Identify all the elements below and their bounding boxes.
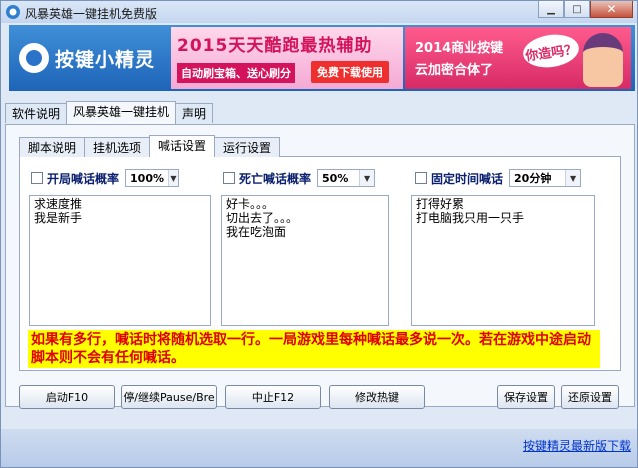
timed-chat-interval-select[interactable]: 20分钟 ▼ [509, 169, 582, 187]
ad1-subtitle: 自动刷宝箱、送心刷分 [177, 63, 295, 83]
ad2-character-icon [583, 33, 623, 87]
close-button[interactable]: ✕ [590, 1, 633, 18]
death-chat-label: 死亡喊话概率 [239, 171, 312, 186]
timed-chat-label: 固定时间喊话 [431, 171, 504, 186]
ad-banner-parkour[interactable]: 2015天天酷跑最热辅助 自动刷宝箱、送心刷分 免费下载使用 [171, 27, 403, 89]
chevron-down-icon: ▼ [168, 170, 179, 186]
tab-chat-settings[interactable]: 喊话设置 [149, 135, 216, 157]
app-icon [6, 5, 20, 19]
header-banner: 按键小精灵 2015天天酷跑最热辅助 自动刷宝箱、送心刷分 免费下载使用 201… [9, 25, 635, 91]
window-title: 风暴英雄一键挂机免费版 [25, 7, 158, 21]
save-settings-button[interactable]: 保存设置 [497, 385, 555, 409]
tab-script-info[interactable]: 脚本说明 [19, 137, 86, 157]
death-chat-rate-select[interactable]: 50% ▼ [317, 169, 376, 187]
start-chat-rate-value: 100% [130, 171, 164, 185]
tab-statement[interactable]: 声明 [175, 103, 214, 123]
start-chat-checkbox[interactable] [31, 172, 43, 184]
title-bar: 风暴英雄一键挂机免费版 ▁ □ ✕ [1, 1, 637, 23]
tab-run-settings[interactable]: 运行设置 [214, 137, 281, 157]
death-chat-rate-value: 50% [322, 171, 349, 185]
minimize-button[interactable]: ▁ [538, 1, 564, 18]
death-chat-line: 我在吃泡面 [226, 225, 287, 239]
option-timed-chat: 固定时间喊话 20分钟 ▼ [415, 168, 582, 188]
stop-button[interactable]: 中止F12 [225, 385, 321, 409]
start-button[interactable]: 启动F10 [19, 385, 115, 409]
tab-afk-options[interactable]: 挂机选项 [84, 137, 151, 157]
minimize-icon: ▁ [547, 3, 555, 15]
window-controls: ▁ □ ✕ [538, 1, 633, 19]
ad1-title: 2015天天酷跑最热辅助 [177, 36, 373, 56]
chevron-down-icon: ▼ [565, 170, 581, 186]
death-chat-line: 切出去了。。。 [226, 211, 299, 225]
start-chat-line: 我是新手 [34, 211, 83, 225]
death-chat-checkbox[interactable] [223, 172, 235, 184]
pause-resume-button[interactable]: 停/继续Pause/Bre [121, 385, 217, 409]
tab-heroes-afk[interactable]: 风暴英雄一键挂机 [66, 101, 177, 124]
maximize-icon: □ [572, 3, 582, 15]
logo-text: 按键小精灵 [55, 48, 156, 71]
app-window: 风暴英雄一键挂机免费版 ▁ □ ✕ 按键小精灵 2015天天酷跑最热辅助 自动刷… [0, 0, 638, 468]
tab-software-info[interactable]: 软件说明 [5, 103, 68, 123]
death-chat-line: 好卡。。。 [226, 197, 275, 211]
close-icon: ✕ [606, 2, 617, 16]
ad2-speech-bubble: 你造吗？ [521, 31, 581, 71]
timed-chat-textarea[interactable]: 打得好累 打电脑我只用一只手 [411, 195, 595, 326]
timed-chat-line: 打得好累 [416, 197, 465, 211]
timed-chat-checkbox[interactable] [415, 172, 427, 184]
death-chat-textarea[interactable]: 好卡。。。 切出去了。。。 我在吃泡面 [221, 195, 389, 326]
option-start-chat: 开局喊话概率 100% ▼ [31, 168, 180, 188]
ad-banner-cloud[interactable]: 2014商业按键 云加密合体了 你造吗？ [405, 27, 631, 89]
ad2-line1: 2014商业按键 [415, 41, 504, 56]
logo-icon [19, 43, 49, 73]
maximize-button[interactable]: □ [564, 1, 590, 18]
restore-settings-button[interactable]: 还原设置 [561, 385, 619, 409]
timed-chat-line: 打电脑我只用一只手 [416, 211, 525, 225]
start-chat-textarea[interactable]: 求速度推 我是新手 [29, 195, 211, 326]
ad2-line2: 云加密合体了 [415, 63, 494, 78]
chevron-down-icon: ▼ [359, 170, 375, 186]
logo: 按键小精灵 [19, 33, 167, 83]
inner-tabs: 脚本说明 挂机选项 喊话设置 运行设置 [19, 135, 281, 157]
start-chat-label: 开局喊话概率 [47, 171, 120, 186]
status-bar: 按键精灵最新版下载 [1, 429, 637, 467]
start-chat-line: 求速度推 [34, 197, 83, 211]
download-latest-link[interactable]: 按键精灵最新版下载 [523, 437, 631, 454]
start-chat-rate-select[interactable]: 100% ▼ [125, 169, 180, 187]
ad1-download-button[interactable]: 免费下载使用 [311, 61, 389, 83]
top-tabs: 软件说明 风暴英雄一键挂机 声明 [5, 101, 214, 125]
timed-chat-interval-value: 20分钟 [514, 172, 552, 185]
notice-text: 如果有多行，喊话时将随机选取一行。一局游戏里每种喊话最多说一次。若在游戏中途启动… [28, 330, 600, 368]
option-death-chat: 死亡喊话概率 50% ▼ [223, 168, 376, 188]
change-hotkey-button[interactable]: 修改热键 [329, 385, 425, 409]
